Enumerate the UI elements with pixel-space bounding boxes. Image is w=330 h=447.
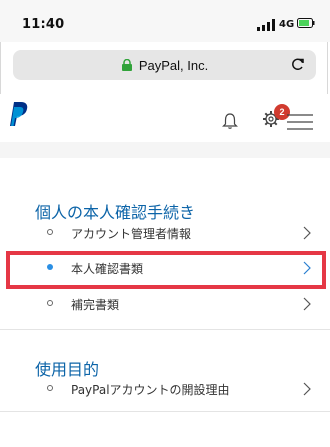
address-content: PayPal, Inc.: [13, 50, 316, 80]
chevron-right-icon: [303, 382, 311, 396]
item-label: 補完書類: [71, 298, 120, 312]
status-bar: 11:40 4G: [0, 0, 330, 42]
header-spacer: [0, 142, 330, 158]
bullet-icon: [47, 229, 53, 235]
bullet-icon: [47, 385, 53, 391]
notification-bell-icon[interactable]: [222, 112, 238, 130]
bottom-divider: [0, 411, 330, 412]
chevron-right-icon: [303, 297, 311, 311]
section-divider: [0, 329, 330, 330]
verification-panel: 個人の本人確認手続き アカウント管理者情報 本人確認書類 補完書類 使用目的 P…: [0, 158, 330, 447]
chevron-right-icon: [303, 226, 311, 240]
list-item-account-admin[interactable]: アカウント管理者情報: [20, 222, 311, 244]
item-label: アカウント管理者情報: [71, 227, 192, 241]
bullet-icon: [47, 300, 53, 306]
paypal-logo-icon[interactable]: [10, 102, 28, 126]
signal-icon: [257, 19, 275, 31]
network-type: 4G: [279, 19, 295, 30]
address-bar[interactable]: PayPal, Inc.: [13, 50, 316, 80]
lock-icon: [121, 59, 132, 71]
section-title-purpose: 使用目的: [35, 360, 100, 379]
battery-icon: [297, 18, 315, 28]
list-item-supplementary-documents[interactable]: 補完書類: [20, 293, 311, 315]
reload-icon[interactable]: [290, 56, 306, 72]
hamburger-menu-icon[interactable]: [287, 114, 313, 130]
status-time: 11:40: [22, 17, 65, 32]
site-label: PayPal, Inc.: [138, 57, 209, 73]
item-label: PayPalアカウントの開設理由: [71, 383, 230, 397]
list-item-account-opening-reason[interactable]: PayPalアカウントの開設理由: [20, 378, 311, 400]
app-header: 2: [0, 94, 330, 143]
section-title-identity: 個人の本人確認手続き: [35, 203, 196, 222]
highlight-annotation-box: [6, 251, 326, 289]
